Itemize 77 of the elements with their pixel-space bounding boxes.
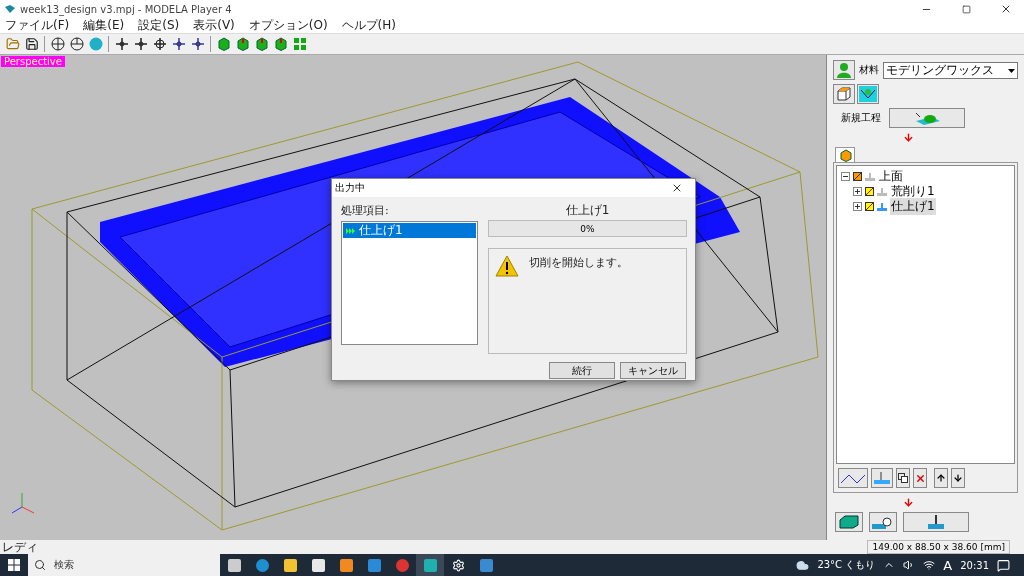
delete-icon	[914, 472, 926, 484]
tree-tab[interactable]	[835, 147, 855, 162]
network-icon[interactable]	[923, 559, 936, 571]
cut-button[interactable]	[903, 512, 969, 532]
status-text: レディ	[2, 540, 38, 554]
block-icon	[839, 515, 859, 529]
workpiece-button[interactable]	[857, 84, 879, 104]
menu-item[interactable]: ファイル(F)	[5, 17, 70, 34]
view-label: Perspective	[1, 56, 65, 67]
dimensions-text: 149.00 x 88.50 x 38.60 [mm]	[867, 540, 1010, 554]
clock-text[interactable]: 20:31	[960, 559, 989, 571]
copy-icon	[898, 473, 908, 483]
menu-item[interactable]: 表示(V)	[193, 17, 235, 34]
magnifier-icon	[872, 515, 894, 529]
tree-item[interactable]: 仕上げ1	[890, 198, 936, 215]
down-arrow-icon	[903, 132, 914, 143]
material-block-button[interactable]	[835, 512, 863, 532]
new-process-button[interactable]	[889, 108, 965, 128]
tree-item[interactable]: 上面	[878, 168, 904, 185]
expander-icon[interactable]	[853, 187, 862, 196]
tool-path-icon	[877, 187, 887, 196]
cancel-button[interactable]: キャンセル	[620, 362, 686, 379]
layer-icon	[865, 187, 874, 196]
user-button[interactable]	[833, 60, 855, 80]
play-arrows-icon	[346, 227, 355, 234]
dialog-title: 出力中	[335, 181, 366, 195]
menu-item[interactable]: 設定(S)	[138, 17, 180, 34]
tree-item[interactable]: 荒削り1	[890, 183, 936, 200]
box-view-button[interactable]	[833, 84, 855, 104]
delete-button[interactable]	[913, 468, 927, 488]
cutter-icon	[928, 515, 944, 529]
current-process-text: 仕上げ1	[564, 203, 611, 217]
layer-icon	[853, 172, 862, 181]
expander-icon[interactable]	[853, 202, 862, 211]
maximize-icon	[961, 4, 971, 14]
material-dropdown[interactable]: モデリングワックス	[883, 61, 1018, 79]
down-arrow-icon	[903, 497, 914, 508]
tool-path-icon	[865, 172, 875, 181]
crosshair-globe-button[interactable]	[49, 35, 66, 53]
progress-reading: 0%	[580, 223, 595, 234]
list-label: 処理項目:	[341, 203, 390, 218]
close-icon	[671, 182, 683, 194]
window-title: week13_design v3.mpj - MODELA Player 4	[20, 3, 233, 15]
expander-icon[interactable]	[841, 172, 850, 181]
material-label: 材料	[859, 63, 879, 77]
search-field[interactable]: 検索	[28, 554, 220, 576]
cloud-icon	[796, 558, 810, 572]
move-down-button[interactable]	[951, 468, 965, 488]
toolpath-wave-button[interactable]	[838, 468, 868, 488]
warning-icon	[495, 255, 519, 277]
menu-item[interactable]: オプション(O)	[248, 17, 328, 34]
start-icon[interactable]	[8, 559, 20, 571]
circle-crosshair-button[interactable]	[68, 35, 85, 53]
search-icon	[34, 559, 46, 571]
down-arrow-icon	[953, 473, 963, 483]
save-button[interactable]	[23, 35, 40, 53]
app-icon	[4, 4, 16, 14]
message-text: 切削を開始します。	[529, 255, 628, 271]
up-arrow-icon	[936, 473, 946, 483]
cube-button[interactable]	[215, 35, 232, 53]
copy-button[interactable]	[896, 468, 910, 488]
grid-squares-button[interactable]	[291, 35, 308, 53]
tool-path-icon	[877, 202, 887, 211]
wave-icon	[841, 473, 865, 483]
menu-item[interactable]: ヘルプ(H)	[341, 17, 396, 34]
process-list-item[interactable]: 仕上げ1	[343, 223, 476, 238]
preview-button[interactable]	[869, 512, 897, 532]
close-icon	[1000, 3, 1012, 15]
layer-icon	[865, 202, 874, 211]
ime-indicator[interactable]: A	[943, 557, 953, 573]
pan-button[interactable]	[132, 35, 149, 53]
move-up-button[interactable]	[934, 468, 948, 488]
menu-item[interactable]: 編集(E)	[83, 17, 125, 34]
notification-icon[interactable]	[997, 558, 1010, 572]
weather-text: 23°C くもり	[817, 558, 876, 572]
continue-button[interactable]: 続行	[549, 362, 615, 379]
new-process-label: 新規工程	[841, 111, 881, 125]
